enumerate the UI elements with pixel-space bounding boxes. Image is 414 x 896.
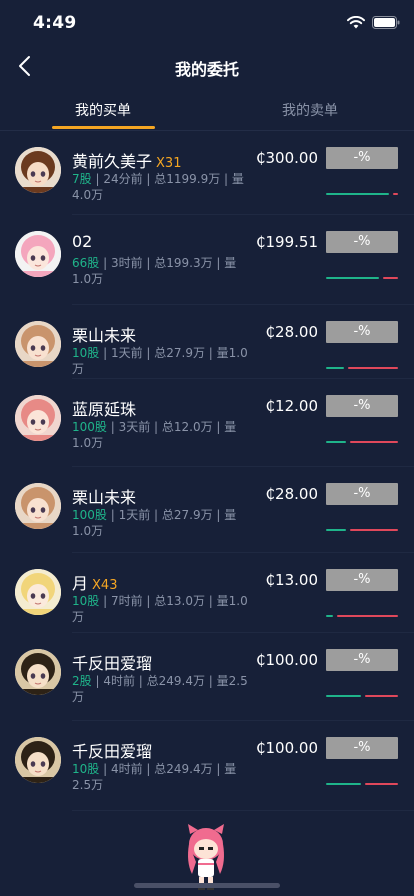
buy-ratio-bar (326, 529, 346, 531)
change-percent-button[interactable]: -% (326, 737, 398, 759)
order-name: 千反田爱瑠 (72, 650, 152, 674)
avatar[interactable] (15, 147, 61, 193)
change-percent-button[interactable]: -% (326, 321, 398, 343)
buy-ratio-bar (326, 695, 361, 697)
order-meta: 10股 | 1天前 | 总27.9万 | 量1.0万 (72, 345, 250, 377)
character-name: 千反田爱瑠 (72, 742, 153, 761)
buy-ratio-bar (326, 441, 346, 443)
order-price: ₵28.00 (265, 323, 319, 341)
order-meta: 100股 | 1天前 | 总27.9万 | 量1.0万 (72, 507, 250, 539)
share-quantity: 7股 (72, 172, 92, 186)
active-tab-indicator (52, 126, 155, 129)
sell-ratio-bar (350, 529, 398, 531)
status-time: 4:49 (33, 13, 77, 33)
order-name: 栗山未来 (72, 322, 136, 346)
avatar[interactable] (15, 321, 61, 367)
order-price: ₵199.51 (255, 233, 318, 251)
order-details: | 4时前 | 总249.4万 | 量2.5万 (72, 674, 248, 704)
share-quantity: 66股 (72, 256, 100, 270)
change-percent-button[interactable]: -% (326, 649, 398, 671)
character-name: 月 (72, 574, 89, 593)
buy-ratio-bar (326, 367, 344, 369)
tab-my-buy-orders[interactable]: 我的买单 (43, 100, 163, 120)
order-price: ₵28.00 (265, 485, 319, 503)
order-meta: 66股 | 3时前 | 总199.3万 | 量1.0万 (72, 255, 250, 287)
share-quantity: 100股 (72, 508, 107, 522)
change-percent-button[interactable]: -% (326, 147, 398, 169)
order-name: 蓝原延珠 (72, 396, 136, 420)
sell-ratio-bar (337, 615, 398, 617)
order-meta: 100股 | 3天前 | 总12.0万 | 量1.0万 (72, 419, 250, 451)
avatar[interactable] (15, 231, 61, 277)
order-row[interactable]: 千反田爱瑠 2股 | 4时前 | 总249.4万 | 量2.5万 ₵100.00 -% (0, 633, 414, 721)
sell-ratio-bar (383, 277, 398, 279)
avatar[interactable] (15, 649, 61, 695)
share-quantity: 100股 (72, 420, 107, 434)
sell-ratio-bar (365, 695, 398, 697)
order-name: 千反田爱瑠 (72, 738, 152, 762)
multiplier-badge: X43 (92, 578, 118, 593)
avatar[interactable] (15, 483, 61, 529)
change-percent-button[interactable]: -% (326, 569, 398, 591)
page-title: 我的委托 (174, 60, 239, 79)
order-name: 02 (72, 232, 92, 251)
buy-ratio-bar (326, 277, 379, 279)
sell-ratio-bar (365, 783, 398, 785)
status-bar: 4:49 (0, 0, 414, 48)
order-row[interactable]: 栗山未来 10股 | 1天前 | 总27.9万 | 量1.0万 ₵28.00 -% (0, 305, 414, 379)
order-row[interactable]: 蓝原延珠 100股 | 3天前 | 总12.0万 | 量1.0万 ₵12.00 -% (0, 379, 414, 467)
order-row[interactable]: 栗山未来 100股 | 1天前 | 总27.9万 | 量1.0万 ₵28.00 -% (0, 467, 414, 553)
order-price: ₵13.00 (265, 571, 319, 589)
order-name: 栗山未来 (72, 484, 136, 508)
avatar[interactable] (15, 395, 61, 441)
battery-icon (372, 16, 400, 29)
character-name: 蓝原延珠 (72, 400, 137, 419)
character-name: 千反田爱瑠 (72, 654, 153, 673)
change-percent-button[interactable]: -% (326, 483, 398, 505)
share-quantity: 2股 (72, 674, 92, 688)
sell-ratio-bar (350, 441, 398, 443)
avatar[interactable] (15, 569, 61, 615)
order-row[interactable]: 02 66股 | 3时前 | 总199.3万 | 量1.0万 ₵199.51 -% (0, 215, 414, 305)
buy-ratio-bar (326, 783, 361, 785)
order-meta: 7股 | 24分前 | 总1199.9万 | 量4.0万 (72, 171, 250, 203)
order-meta: 10股 | 7时前 | 总13.0万 | 量1.0万 (72, 593, 250, 625)
order-details: | 7时前 | 总13.0万 | 量1.0万 (72, 594, 248, 624)
tab-bar: 我的买单 我的卖单 (0, 92, 414, 131)
character-name: 栗山未来 (72, 326, 137, 345)
sell-ratio-bar (348, 367, 398, 369)
nav-bar: 我的委托 (0, 48, 414, 88)
order-meta: 2股 | 4时前 | 总249.4万 | 量2.5万 (72, 673, 250, 705)
home-indicator[interactable] (134, 883, 280, 888)
buy-ratio-bar (326, 193, 389, 195)
order-name: 月 X43 (72, 570, 117, 594)
character-name: 黄前久美子 (72, 152, 153, 171)
order-row[interactable]: 千反田爱瑠 10股 | 4时前 | 总249.4万 | 量2.5万 ₵100.00-… (0, 721, 414, 811)
buy-ratio-bar (326, 615, 333, 617)
row-divider (72, 810, 414, 811)
multiplier-badge: X31 (156, 156, 182, 171)
change-percent-button[interactable]: -% (326, 395, 398, 417)
character-name: 02 (72, 232, 93, 251)
order-name: 黄前久美子 X31 (72, 148, 181, 172)
character-name: 栗山未来 (72, 488, 137, 507)
order-details: | 1天前 | 总27.9万 | 量1.0万 (72, 346, 248, 376)
share-quantity: 10股 (72, 346, 100, 360)
order-price: ₵100.00 (255, 651, 318, 669)
order-row[interactable]: 月 X43 10股 | 7时前 | 总13.0万 | 量1.0万 ₵13.00 -% (0, 553, 414, 633)
change-percent-button[interactable]: -% (326, 231, 398, 253)
mascot-character-icon[interactable] (184, 822, 228, 892)
order-price: ₵100.00 (255, 739, 318, 757)
order-price: ₵12.00 (265, 397, 319, 415)
order-meta: 10股 | 4时前 | 总249.4万 | 量2.5万 (72, 761, 250, 793)
wifi-icon (347, 16, 365, 29)
order-row[interactable]: 黄前久美子 X31 7股 | 24分前 | 总1199.9万 | 量4.0万 ₵300… (0, 131, 414, 215)
sell-ratio-bar (393, 193, 398, 195)
share-quantity: 10股 (72, 762, 100, 776)
order-price: ₵300.00 (255, 149, 318, 167)
avatar[interactable] (15, 737, 61, 783)
share-quantity: 10股 (72, 594, 100, 608)
order-details: | 24分前 | 总1199.9万 | 量4.0万 (72, 172, 244, 202)
tab-my-sell-orders[interactable]: 我的卖单 (250, 100, 370, 120)
